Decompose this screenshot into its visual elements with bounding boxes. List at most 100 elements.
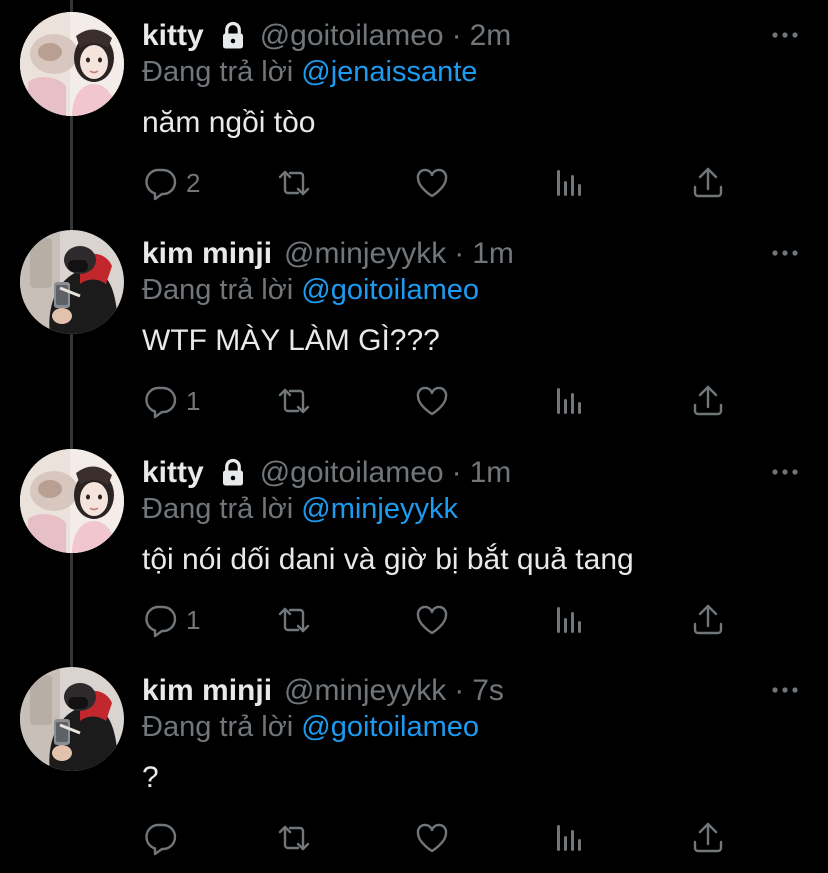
tweet[interactable]: kim minji @minjeyykk · 7s Đang trả lời @…	[0, 655, 828, 873]
tweet-actions: 1	[142, 381, 742, 421]
retweet-icon	[276, 820, 312, 856]
display-name[interactable]: kim minji	[142, 237, 272, 271]
analytics-icon	[552, 383, 588, 419]
lock-icon	[218, 458, 248, 488]
retweet-button[interactable]	[276, 600, 312, 640]
heart-icon	[414, 820, 450, 856]
timestamp[interactable]: 1m	[470, 456, 512, 490]
reply-icon	[142, 165, 178, 201]
share-icon	[690, 820, 726, 856]
retweet-icon	[276, 165, 312, 201]
user-handle[interactable]: @minjeyykk	[284, 237, 446, 271]
reply-button[interactable]: 1	[142, 381, 200, 421]
more-horizontal-icon[interactable]	[770, 242, 800, 264]
share-button[interactable]	[690, 600, 726, 640]
replying-to-label: Đang trả lời	[142, 711, 294, 743]
share-button[interactable]	[690, 818, 726, 858]
separator-dot: ·	[454, 237, 465, 270]
tweet-text: năm ngồi tòo	[142, 106, 316, 139]
like-button[interactable]	[414, 600, 450, 640]
separator-dot: ·	[454, 674, 465, 707]
retweet-button[interactable]	[276, 163, 312, 203]
share-button[interactable]	[690, 381, 726, 421]
tweet[interactable]: kim minji @minjeyykk · 1m Đang trả lời @…	[0, 218, 828, 436]
reply-icon	[142, 820, 178, 856]
separator-dot: ·	[451, 456, 462, 489]
heart-icon	[414, 602, 450, 638]
analytics-icon	[552, 165, 588, 201]
user-handle[interactable]: @goitoilameo	[260, 19, 444, 53]
reply-icon	[142, 602, 178, 638]
tweet-header: kitty @goitoilameo · 2m	[142, 14, 511, 58]
share-icon	[690, 165, 726, 201]
avatar-kitty-image	[20, 12, 124, 116]
analytics-icon	[552, 820, 588, 856]
views-button[interactable]	[552, 818, 588, 858]
display-name[interactable]: kim minji	[142, 674, 272, 708]
replying-to: Đang trả lời @jenaissante	[142, 56, 477, 89]
reply-icon	[142, 383, 178, 419]
timestamp[interactable]: 7s	[472, 674, 504, 708]
retweet-icon	[276, 602, 312, 638]
tweet-header: kim minji @minjeyykk · 7s	[142, 669, 504, 713]
views-button[interactable]	[552, 381, 588, 421]
tweet-text: WTF MÀY LÀM GÌ???	[142, 324, 440, 357]
replying-to-label: Đang trả lời	[142, 493, 294, 525]
replying-to-mention[interactable]: @minjeyykk	[301, 493, 458, 525]
tweet[interactable]: kitty @goitoilameo · 1m Đang trả lời @mi…	[0, 437, 828, 655]
display-name[interactable]: kitty	[142, 19, 204, 53]
timestamp[interactable]: 2m	[470, 19, 512, 53]
share-icon	[690, 602, 726, 638]
tweet-text: tội nói dối dani và giờ bị bắt quả tang	[142, 543, 634, 576]
tweet-actions: 1	[142, 600, 742, 640]
avatar-kitty-image	[20, 449, 124, 553]
replying-to: Đang trả lời @goitoilameo	[142, 274, 479, 307]
replying-to-mention[interactable]: @jenaissante	[301, 56, 477, 88]
retweet-button[interactable]	[276, 381, 312, 421]
display-name[interactable]: kitty	[142, 456, 204, 490]
reply-button[interactable]	[142, 818, 186, 858]
analytics-icon	[552, 602, 588, 638]
timestamp[interactable]: 1m	[472, 237, 514, 271]
reply-button[interactable]: 1	[142, 600, 200, 640]
user-handle[interactable]: @minjeyykk	[284, 674, 446, 708]
more-horizontal-icon[interactable]	[770, 24, 800, 46]
avatar[interactable]	[20, 230, 124, 334]
replying-to: Đang trả lời @minjeyykk	[142, 493, 458, 526]
tweet-actions	[142, 818, 742, 858]
tweet-header: kim minji @minjeyykk · 1m	[142, 232, 514, 276]
avatar[interactable]	[20, 449, 124, 553]
tweet-text: ?	[142, 761, 159, 794]
lock-icon	[218, 21, 248, 51]
share-button[interactable]	[690, 163, 726, 203]
like-button[interactable]	[414, 818, 450, 858]
more-horizontal-icon[interactable]	[770, 461, 800, 483]
reply-count: 2	[186, 167, 201, 198]
views-button[interactable]	[552, 600, 588, 640]
like-button[interactable]	[414, 163, 450, 203]
avatar[interactable]	[20, 12, 124, 116]
share-icon	[690, 383, 726, 419]
reply-count: 1	[186, 604, 201, 635]
avatar-minji-image	[20, 667, 124, 771]
reply-count: 1	[186, 385, 201, 416]
user-handle[interactable]: @goitoilameo	[260, 456, 444, 490]
replying-to-mention[interactable]: @goitoilameo	[301, 711, 479, 743]
avatar-minji-image	[20, 230, 124, 334]
retweet-icon	[276, 383, 312, 419]
replying-to-label: Đang trả lời	[142, 56, 294, 88]
avatar[interactable]	[20, 667, 124, 771]
reply-button[interactable]: 2	[142, 163, 200, 203]
heart-icon	[414, 165, 450, 201]
separator-dot: ·	[451, 19, 462, 52]
retweet-button[interactable]	[276, 818, 312, 858]
tweet-header: kitty @goitoilameo · 1m	[142, 451, 511, 495]
replying-to-mention[interactable]: @goitoilameo	[301, 274, 479, 306]
tweet[interactable]: kitty @goitoilameo · 2m Đang trả lời @je…	[0, 0, 828, 218]
more-horizontal-icon[interactable]	[770, 679, 800, 701]
tweet-actions: 2	[142, 163, 742, 203]
replying-to-label: Đang trả lời	[142, 274, 294, 306]
views-button[interactable]	[552, 163, 588, 203]
like-button[interactable]	[414, 381, 450, 421]
replying-to: Đang trả lời @goitoilameo	[142, 711, 479, 744]
